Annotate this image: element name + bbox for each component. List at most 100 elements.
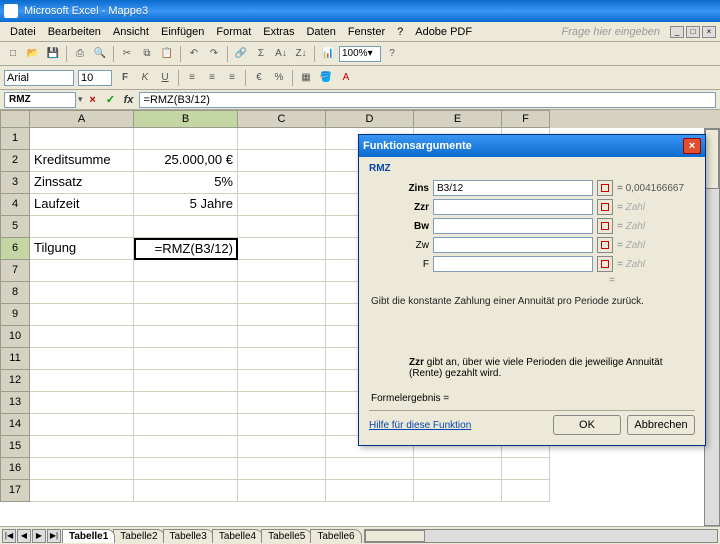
- cell-C10[interactable]: [238, 326, 326, 348]
- copy-icon[interactable]: ⧉: [138, 45, 156, 63]
- arg-input-bw[interactable]: [433, 218, 593, 234]
- select-all-corner[interactable]: [0, 110, 30, 128]
- restore-button[interactable]: □: [686, 26, 700, 38]
- cell-A13[interactable]: [30, 392, 134, 414]
- cell-C15[interactable]: [238, 436, 326, 458]
- cell-B3[interactable]: 5%: [134, 172, 238, 194]
- cell-A10[interactable]: [30, 326, 134, 348]
- cell-B17[interactable]: [134, 480, 238, 502]
- cell-A1[interactable]: [30, 128, 134, 150]
- hyperlink-icon[interactable]: 🔗: [232, 45, 250, 63]
- ask-box[interactable]: Frage hier eingeben: [562, 26, 664, 38]
- align-left-icon[interactable]: ≡: [183, 69, 201, 87]
- row-header-10[interactable]: 10: [0, 326, 30, 348]
- horizontal-scrollbar[interactable]: [364, 529, 718, 543]
- minimize-button[interactable]: _: [670, 26, 684, 38]
- tab-nav-first[interactable]: |◀: [2, 529, 16, 543]
- cell-A2[interactable]: Kreditsumme: [30, 150, 134, 172]
- tab-nav-next[interactable]: ▶: [32, 529, 46, 543]
- menu-hilfe[interactable]: ?: [391, 24, 409, 40]
- menu-ansicht[interactable]: Ansicht: [107, 24, 155, 40]
- col-header-A[interactable]: A: [30, 110, 134, 128]
- row-header-4[interactable]: 4: [0, 194, 30, 216]
- cell-B5[interactable]: [134, 216, 238, 238]
- ref-button-bw[interactable]: [597, 218, 613, 234]
- col-header-D[interactable]: D: [326, 110, 414, 128]
- row-header-1[interactable]: 1: [0, 128, 30, 150]
- cell-C3[interactable]: [238, 172, 326, 194]
- cell-C11[interactable]: [238, 348, 326, 370]
- cell-C7[interactable]: [238, 260, 326, 282]
- currency-icon[interactable]: €: [250, 69, 268, 87]
- cell-C13[interactable]: [238, 392, 326, 414]
- tab-nav-last[interactable]: ▶|: [47, 529, 61, 543]
- cell-F16[interactable]: [502, 458, 550, 480]
- cell-A12[interactable]: [30, 370, 134, 392]
- cell-A8[interactable]: [30, 282, 134, 304]
- vertical-scrollbar[interactable]: [704, 128, 720, 526]
- row-header-13[interactable]: 13: [0, 392, 30, 414]
- row-header-14[interactable]: 14: [0, 414, 30, 436]
- row-header-3[interactable]: 3: [0, 172, 30, 194]
- col-header-E[interactable]: E: [414, 110, 502, 128]
- menu-daten[interactable]: Daten: [300, 24, 341, 40]
- align-center-icon[interactable]: ≡: [203, 69, 221, 87]
- menu-extras[interactable]: Extras: [257, 24, 300, 40]
- cell-C6[interactable]: [238, 238, 326, 260]
- row-header-17[interactable]: 17: [0, 480, 30, 502]
- autosum-icon[interactable]: Σ: [252, 45, 270, 63]
- ref-button-f[interactable]: [597, 256, 613, 272]
- arg-input-zw[interactable]: [433, 237, 593, 253]
- sheet-tab-tabelle4[interactable]: Tabelle4: [212, 529, 263, 543]
- cell-B4[interactable]: 5 Jahre: [134, 194, 238, 216]
- open-icon[interactable]: 📂: [24, 45, 42, 63]
- dialog-cancel-button[interactable]: Abbrechen: [627, 415, 695, 435]
- cell-E16[interactable]: [414, 458, 502, 480]
- sheet-tab-tabelle3[interactable]: Tabelle3: [163, 529, 214, 543]
- cell-F17[interactable]: [502, 480, 550, 502]
- fill-color-icon[interactable]: 🪣: [317, 69, 335, 87]
- cell-A5[interactable]: [30, 216, 134, 238]
- cell-B9[interactable]: [134, 304, 238, 326]
- cell-C2[interactable]: [238, 150, 326, 172]
- cell-B2[interactable]: 25.000,00 €: [134, 150, 238, 172]
- save-icon[interactable]: 💾: [44, 45, 62, 63]
- ref-button-zins[interactable]: [597, 180, 613, 196]
- cell-A11[interactable]: [30, 348, 134, 370]
- cancel-formula-icon[interactable]: ×: [85, 92, 101, 108]
- cell-A15[interactable]: [30, 436, 134, 458]
- menu-adobe-pdf[interactable]: Adobe PDF: [409, 24, 478, 40]
- ref-button-zzr[interactable]: [597, 199, 613, 215]
- sort-desc-icon[interactable]: Z↓: [292, 45, 310, 63]
- cell-C5[interactable]: [238, 216, 326, 238]
- menu-fenster[interactable]: Fenster: [342, 24, 391, 40]
- new-icon[interactable]: □: [4, 45, 22, 63]
- row-header-9[interactable]: 9: [0, 304, 30, 326]
- row-header-8[interactable]: 8: [0, 282, 30, 304]
- cell-C9[interactable]: [238, 304, 326, 326]
- cell-C14[interactable]: [238, 414, 326, 436]
- arg-input-zzr[interactable]: [433, 199, 593, 215]
- font-color-icon[interactable]: A: [337, 69, 355, 87]
- align-right-icon[interactable]: ≡: [223, 69, 241, 87]
- preview-icon[interactable]: 🔍: [91, 45, 109, 63]
- cell-A3[interactable]: Zinssatz: [30, 172, 134, 194]
- font-select[interactable]: Arial: [4, 70, 74, 86]
- sheet-tab-tabelle6[interactable]: Tabelle6: [310, 529, 361, 543]
- cell-B10[interactable]: [134, 326, 238, 348]
- cell-A6[interactable]: Tilgung: [30, 238, 134, 260]
- row-header-7[interactable]: 7: [0, 260, 30, 282]
- underline-icon[interactable]: U: [156, 69, 174, 87]
- row-header-16[interactable]: 16: [0, 458, 30, 480]
- close-button[interactable]: ×: [702, 26, 716, 38]
- dialog-close-button[interactable]: ×: [683, 138, 701, 154]
- cell-E17[interactable]: [414, 480, 502, 502]
- name-box[interactable]: RMZ: [4, 92, 76, 108]
- cell-B15[interactable]: [134, 436, 238, 458]
- row-header-6[interactable]: 6: [0, 238, 30, 260]
- col-header-C[interactable]: C: [238, 110, 326, 128]
- row-header-2[interactable]: 2: [0, 150, 30, 172]
- cell-D17[interactable]: [326, 480, 414, 502]
- dialog-help-link[interactable]: Hilfe für diese Funktion: [369, 420, 471, 431]
- cell-A7[interactable]: [30, 260, 134, 282]
